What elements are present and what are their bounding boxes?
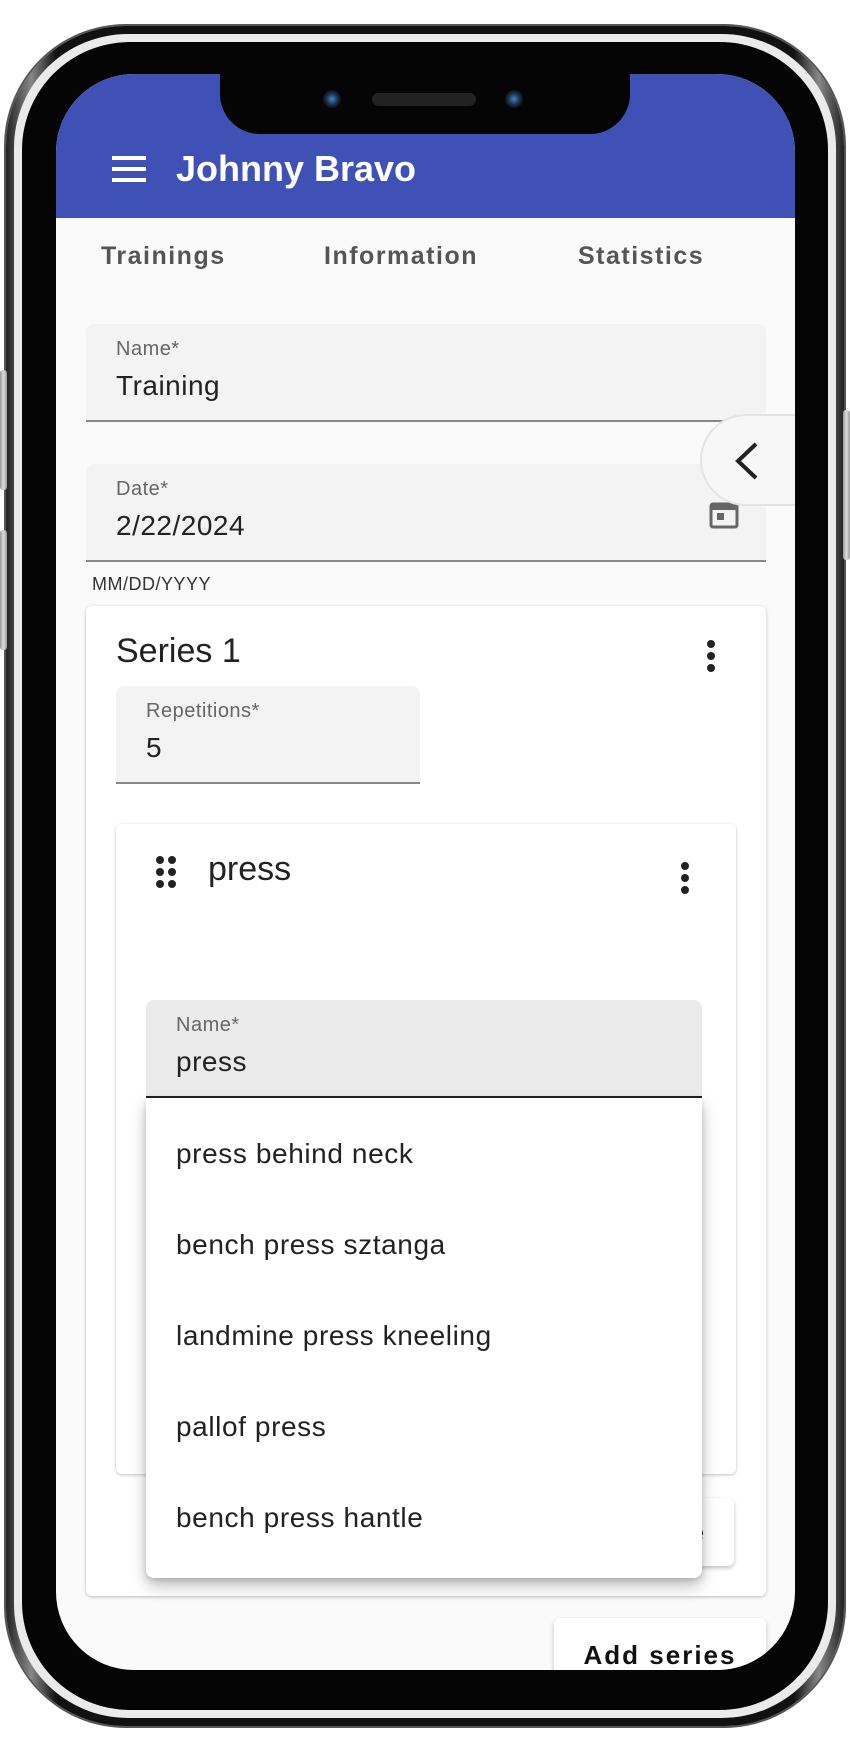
chevron-left-icon bbox=[735, 442, 758, 480]
exercise-title: press bbox=[208, 850, 292, 888]
tab-information[interactable]: Information bbox=[324, 242, 478, 271]
tab-statistics[interactable]: Statistics bbox=[578, 242, 704, 271]
name-field-value: Training bbox=[116, 370, 221, 401]
exercise-more-icon[interactable] bbox=[680, 862, 690, 896]
date-field[interactable]: Date* 2/22/2024 bbox=[86, 464, 766, 562]
repetitions-value: 5 bbox=[146, 732, 163, 763]
exercise-name-field[interactable]: Name* press bbox=[146, 1000, 702, 1098]
sensor-icon bbox=[505, 90, 523, 108]
drag-handle-icon[interactable] bbox=[156, 856, 178, 890]
training-name-field[interactable]: Name* Training bbox=[86, 324, 766, 422]
date-field-value: 2/22/2024 bbox=[116, 510, 246, 541]
earpiece-speaker bbox=[372, 93, 476, 106]
hamburger-menu-icon[interactable] bbox=[112, 156, 146, 182]
name-field-label: Name* bbox=[116, 338, 180, 360]
autocomplete-option[interactable]: landmine press kneeling bbox=[176, 1320, 492, 1352]
add-series-button[interactable]: Add series bbox=[554, 1618, 766, 1670]
autocomplete-option[interactable]: pallof press bbox=[176, 1411, 326, 1443]
exercise-name-label: Name* bbox=[176, 1014, 240, 1036]
collapse-panel-button[interactable] bbox=[700, 414, 795, 506]
repetitions-field[interactable]: Repetitions* 5 bbox=[116, 686, 420, 784]
autocomplete-option[interactable]: bench press hantle bbox=[176, 1502, 423, 1534]
date-field-label: Date* bbox=[116, 478, 169, 500]
date-format-hint: MM/DD/YYYY bbox=[92, 574, 212, 594]
autocomplete-option[interactable]: press behind neck bbox=[176, 1138, 413, 1170]
app-screen: Johnny Bravo Trainings Information Stati… bbox=[56, 74, 795, 1670]
phone-notch bbox=[220, 74, 630, 134]
autocomplete-option[interactable]: bench press sztanga bbox=[176, 1229, 446, 1261]
app-title: Johnny Bravo bbox=[176, 148, 417, 189]
autocomplete-dropdown: press behind neck bench press sztanga la… bbox=[146, 1098, 702, 1578]
volume-down-button bbox=[0, 530, 7, 650]
power-button bbox=[843, 410, 850, 560]
exercise-name-value: press bbox=[176, 1046, 247, 1077]
repetitions-label: Repetitions* bbox=[146, 700, 260, 722]
tab-trainings[interactable]: Trainings bbox=[101, 242, 226, 271]
front-camera-icon bbox=[323, 90, 341, 108]
series-more-icon[interactable] bbox=[706, 640, 716, 674]
series-title: Series 1 bbox=[116, 632, 241, 670]
volume-up-button bbox=[0, 370, 7, 490]
